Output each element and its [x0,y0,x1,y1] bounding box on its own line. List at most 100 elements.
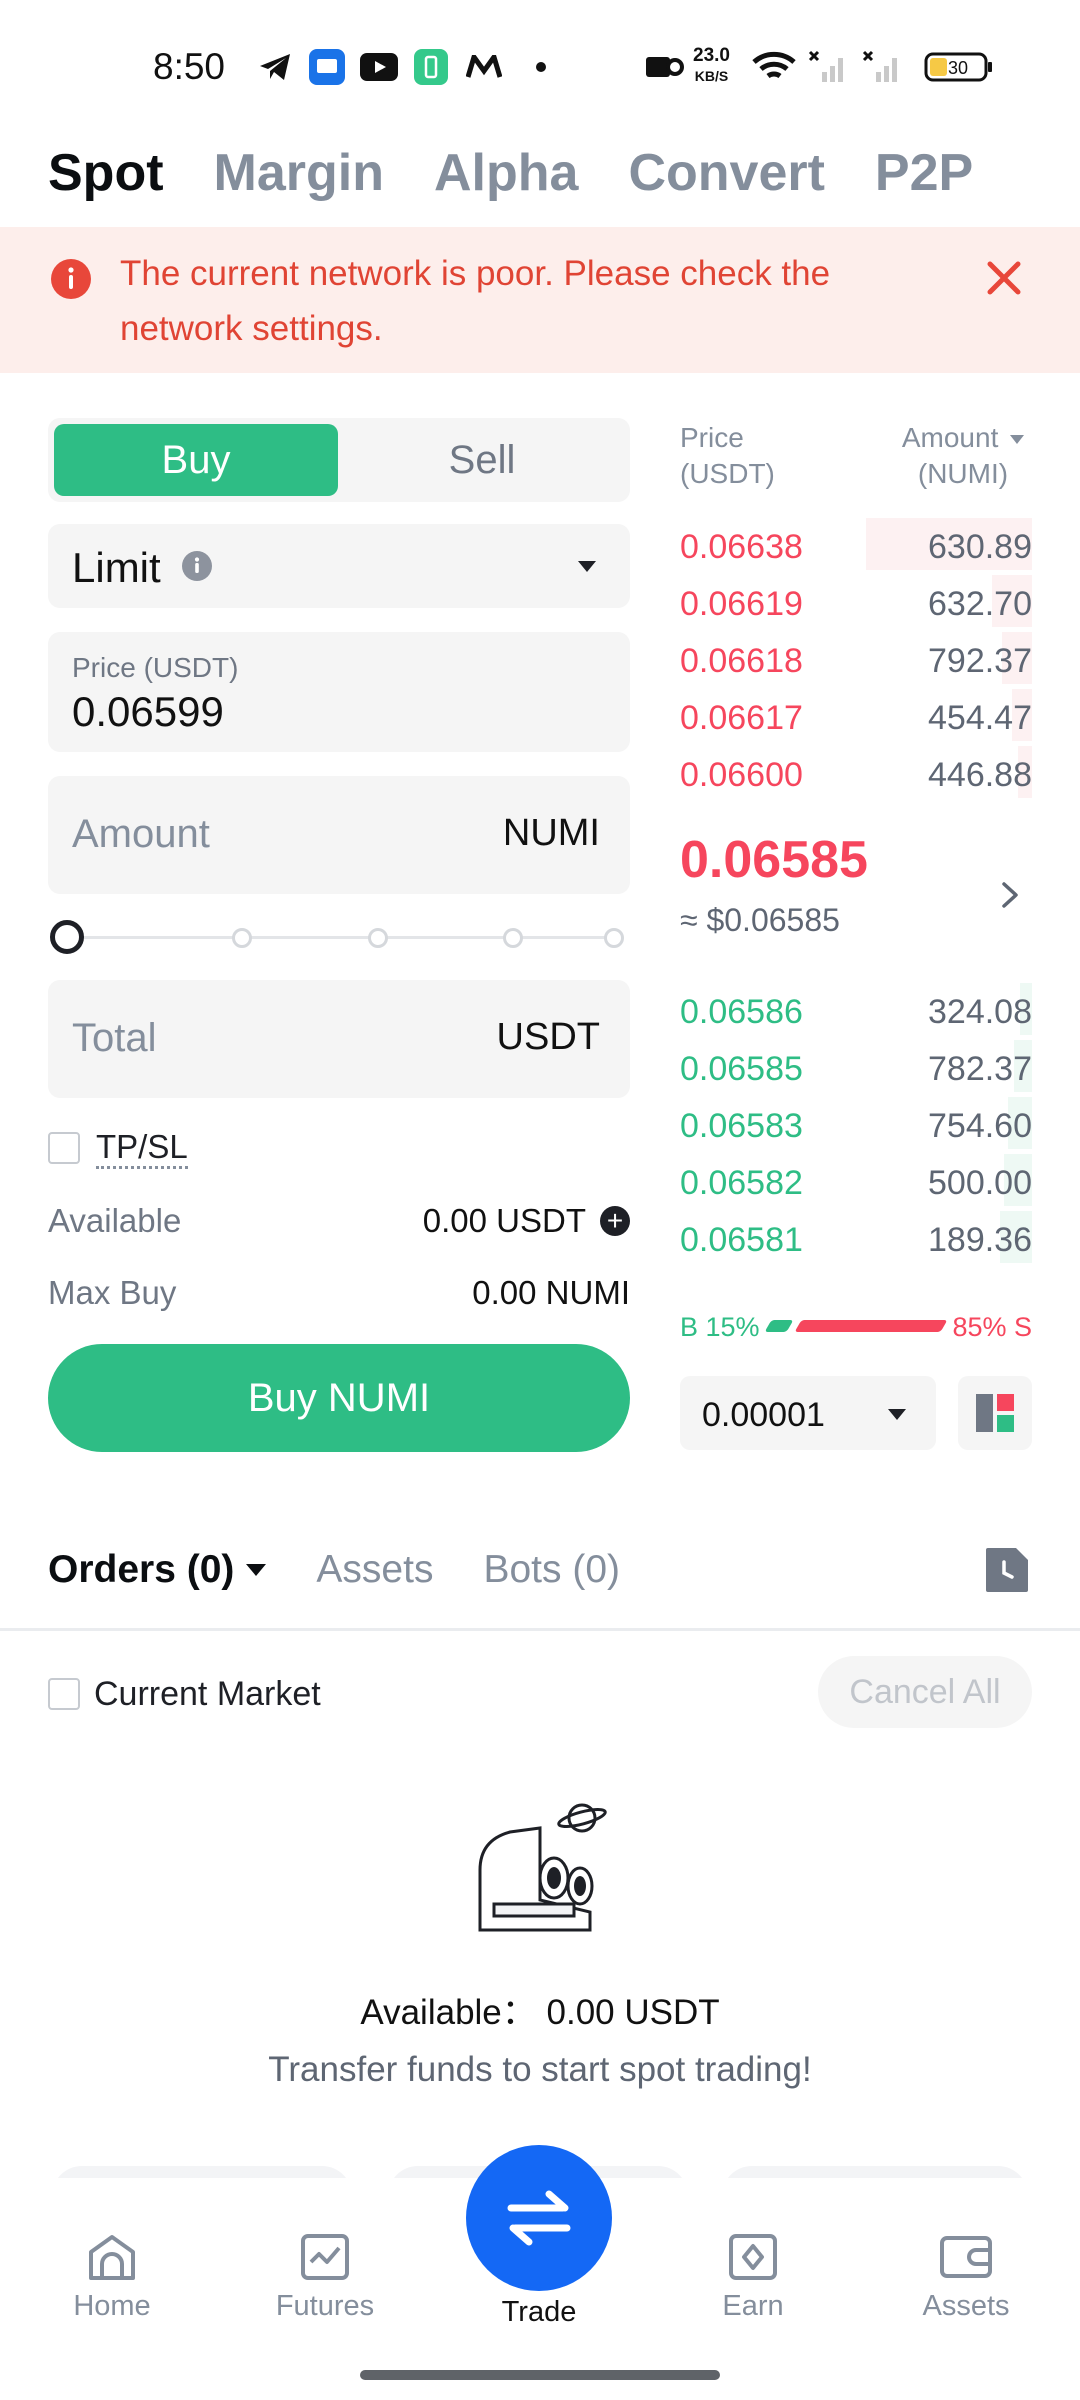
price-input[interactable]: Price (USDT) 0.06599 [48,632,630,752]
sell-toggle-button[interactable]: Sell [340,424,624,496]
ask-amount: 454.47 [928,699,1032,737]
tpsl-checkbox[interactable] [48,1132,80,1164]
bid-price: 0.06586 [680,993,803,1031]
close-banner-icon[interactable] [980,254,1028,302]
tab-convert[interactable]: Convert [628,143,824,203]
total-unit: USDT [496,1016,600,1058]
futures-chart-icon [301,2234,349,2280]
bid-row[interactable]: 0.06586 324.08 [680,983,1032,1039]
precision-value: 0.00001 [702,1396,825,1434]
ask-price: 0.06619 [680,585,803,623]
alert-info-icon [50,258,92,305]
info-icon[interactable] [182,551,212,586]
order-type-select[interactable]: Limit [48,524,630,608]
amount-input[interactable]: Amount NUMI [48,776,630,894]
bid-price: 0.06581 [680,1221,803,1259]
tab-p2p[interactable]: P2P [875,143,973,203]
tab-margin[interactable]: Margin [214,143,384,203]
ask-row[interactable]: 0.06638 630.89 [680,518,1032,574]
available-value: 0.00 USDT [422,1202,586,1239]
nav-trade-button[interactable] [466,2145,612,2291]
slider-handle[interactable] [50,920,84,954]
tab-alpha[interactable]: Alpha [434,143,578,203]
nav-assets[interactable]: Assets [881,2232,1051,2323]
status-time: 8:50 [153,46,226,87]
swap-arrows-icon [507,2190,571,2246]
battery-icon: 30 [924,50,994,84]
amount-percent-slider[interactable] [48,918,628,958]
telegram-icon [258,50,292,84]
cancel-all-button[interactable]: Cancel All [818,1656,1032,1728]
ask-price: 0.06638 [680,528,803,566]
ask-amount: 446.88 [928,756,1032,794]
bid-row[interactable]: 0.06582 500.00 [680,1154,1032,1210]
network-speed: 23.0 KB/S [693,45,730,85]
ask-row[interactable]: 0.06619 632.70 [680,575,1032,631]
slider-track [66,936,622,939]
bid-amount: 782.37 [928,1050,1032,1088]
orderbook-layout-button[interactable] [958,1376,1032,1450]
orders-tabs: Orders (0) Assets Bots (0) [48,1540,670,1600]
orderbook-amount-header[interactable]: Amount (NUMI) [888,420,1038,492]
m-app-icon [466,50,502,84]
ask-amount: 792.37 [928,642,1032,680]
battery-saver-icon [414,49,448,85]
current-market-checkbox[interactable] [48,1678,80,1710]
dot-icon [536,50,546,84]
add-funds-icon[interactable]: + [600,1206,630,1236]
nav-futures[interactable]: Futures [240,2232,410,2323]
tab-spot[interactable]: Spot [48,143,164,203]
chevron-right-icon[interactable] [1000,880,1020,915]
tab-bots[interactable]: Bots (0) [483,1548,620,1592]
ask-row[interactable]: 0.06600 446.88 [680,746,1032,802]
buy-submit-button[interactable]: Buy NUMI [48,1344,630,1452]
bid-row[interactable]: 0.06581 189.36 [680,1211,1032,1267]
ask-row[interactable]: 0.06617 454.47 [680,689,1032,745]
ask-amount: 630.89 [928,528,1032,566]
bid-price: 0.06582 [680,1164,803,1202]
signal-sim2-icon [862,50,902,84]
precision-select[interactable]: 0.00001 [680,1376,936,1450]
status-bar: 8:50 23.0 KB/S 30 [0,0,1080,130]
ask-amount: 632.70 [928,585,1032,623]
youtube-icon [360,50,398,84]
amount-placeholder: Amount [72,812,210,856]
chevron-down-icon [246,1563,267,1576]
tab-assets[interactable]: Assets [316,1548,433,1592]
max-buy-value: 0.00 NUMI [472,1274,630,1311]
home-indicator[interactable] [360,2370,720,2380]
bid-row[interactable]: 0.06583 754.60 [680,1097,1032,1153]
max-buy-row: Max Buy 0.00 NUMI [48,1270,630,1314]
tpsl-toggle[interactable]: TP/SL [48,1128,188,1169]
nav-trade-label[interactable]: Trade [454,2296,624,2329]
slider-stop-100[interactable] [604,928,624,948]
chevron-down-icon [578,560,596,578]
order-history-icon[interactable] [984,1546,1030,1594]
bid-price: 0.06583 [680,1107,803,1145]
nav-home[interactable]: Home [27,2232,197,2323]
bid-row[interactable]: 0.06585 782.37 [680,1040,1032,1096]
current-market-label: Current Market [94,1674,321,1713]
vpn-key-icon [645,50,685,84]
orderbook-price-header: Price (USDT) [680,422,775,489]
total-input[interactable]: Total USDT [48,980,630,1098]
last-price: 0.06585 [680,831,868,889]
nav-earn[interactable]: Earn [668,2232,838,2323]
slider-stop-75[interactable] [503,928,523,948]
section-divider [0,1628,1080,1631]
sell-ratio-bar [794,1320,948,1332]
wallet-icon [940,2236,992,2278]
network-warning-text: The current network is poor. Please chec… [120,254,831,348]
buy-toggle-button[interactable]: Buy [54,424,338,496]
ask-row[interactable]: 0.06618 792.37 [680,632,1032,688]
slider-stop-50[interactable] [368,928,388,948]
buy-ratio-bar [764,1320,794,1332]
tab-orders[interactable]: Orders (0) [48,1548,267,1592]
app-badge-icon [309,49,345,85]
ask-price: 0.06618 [680,642,803,680]
chevron-down-icon [1010,434,1025,444]
empty-hint-text: Transfer funds to start spot trading! [268,2050,812,2089]
svg-text:30: 30 [948,58,968,78]
current-market-filter[interactable]: Current Market [48,1674,321,1714]
slider-stop-25[interactable] [232,928,252,948]
